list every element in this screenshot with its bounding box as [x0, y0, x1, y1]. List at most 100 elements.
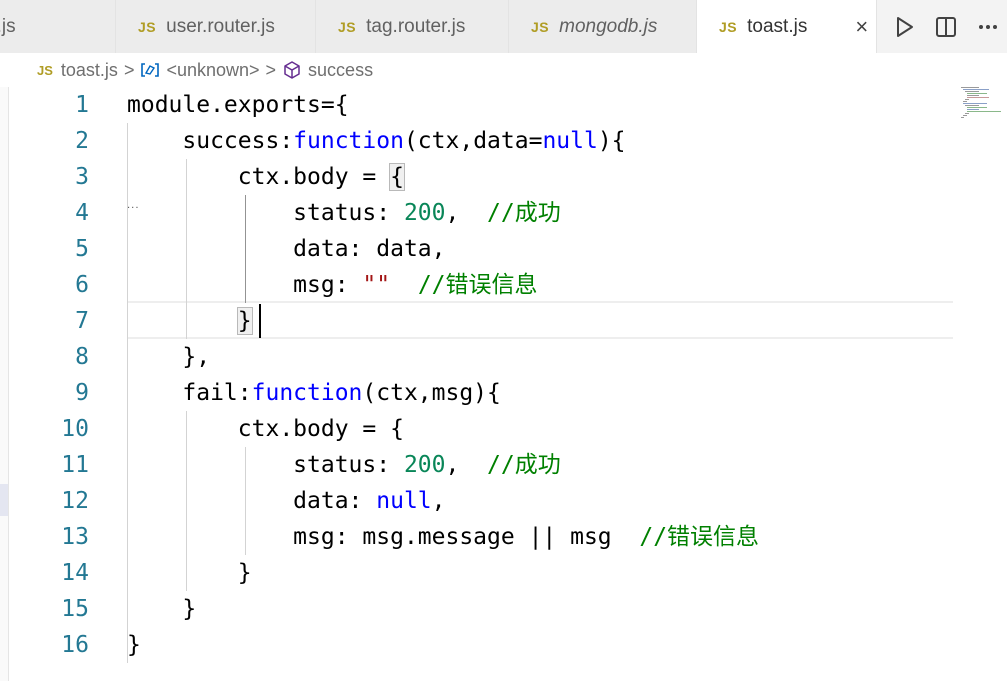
comment-token: //成功 — [487, 200, 561, 226]
explorer-edge — [0, 87, 9, 681]
minimap-line — [965, 99, 969, 100]
keyword-token: function — [251, 380, 363, 406]
minimap-line — [961, 117, 964, 118]
code-line-10: ctx.body = { — [127, 411, 404, 447]
code-text: (ctx,msg){ — [362, 380, 501, 406]
minimap-line — [963, 115, 967, 116]
keyword-token: null — [376, 488, 432, 514]
code-text: , — [445, 452, 488, 478]
line-number: 15 — [61, 596, 89, 622]
minimap-line — [963, 101, 967, 102]
code-text: , — [445, 200, 488, 226]
code-line-5: data: data, — [127, 231, 446, 267]
code-text: ){ — [597, 128, 626, 154]
minimap-line — [965, 113, 969, 114]
breadcrumb-symbol[interactable]: success — [308, 60, 373, 81]
code-line-16: } — [127, 627, 141, 663]
code-line-1: module.exports={ — [127, 87, 349, 123]
minimap-line — [963, 89, 989, 90]
code-text: } — [127, 596, 197, 622]
code-text: msg: msg.message || msg — [127, 524, 640, 550]
run-icon[interactable] — [889, 12, 919, 42]
code-text: ctx.body = { — [127, 416, 404, 442]
line-number: 10 — [61, 416, 89, 442]
minimap-line — [967, 107, 987, 108]
code-line-14: } — [127, 555, 252, 591]
comment-token: //成功 — [487, 452, 561, 478]
tab-label: p.js — [0, 15, 16, 37]
line-number: 6 — [75, 272, 89, 298]
line-number: 11 — [61, 452, 89, 478]
tab-tag-router-js[interactable]: JS tag.router.js — [316, 0, 509, 53]
line-number: 16 — [61, 632, 89, 658]
code-line-8: }, — [127, 339, 210, 375]
comment-token: //错误信息 — [639, 524, 760, 550]
js-file-icon: JS — [719, 18, 738, 35]
code-text: data: data, — [127, 236, 446, 262]
editor-actions — [877, 0, 1007, 53]
line-number: 13 — [61, 524, 89, 550]
code-text: success: — [127, 128, 294, 154]
breadcrumb-file[interactable]: toast.js — [61, 60, 118, 81]
tab-toast-js[interactable]: JS toast.js × — [697, 0, 877, 53]
code-editor[interactable]: ··· 1 2 3 4 5 6 7 8 9 10 11 12 13 14 15 … — [9, 87, 1007, 681]
close-tab-icon[interactable]: × — [855, 15, 868, 38]
line-number: 8 — [75, 344, 89, 370]
editor-tab-bar: p.js JS user.router.js JS tag.router.js … — [0, 0, 1007, 53]
minimap-line — [965, 105, 979, 106]
line-number: 5 — [75, 236, 89, 262]
minimap-line — [965, 91, 979, 92]
code-text: module.exports={ — [127, 92, 349, 118]
minimap[interactable] — [955, 87, 1007, 127]
js-file-icon: JS — [531, 18, 550, 35]
line-number: 12 — [61, 488, 89, 514]
minimap-line — [967, 95, 979, 96]
string-token: "" — [362, 272, 391, 298]
keyword-token: null — [542, 128, 598, 154]
variable-symbol-icon — [140, 61, 160, 79]
js-file-icon: JS — [138, 18, 157, 35]
line-number: 4 — [75, 200, 89, 226]
code-line-4: status: 200, //成功 — [127, 195, 561, 231]
code-line-11: status: 200, //成功 — [127, 447, 561, 483]
tab-mongodb-js[interactable]: JS mongodb.js — [509, 0, 697, 53]
code-text: , — [431, 488, 446, 514]
tab-user-router-js[interactable]: JS user.router.js — [116, 0, 316, 53]
method-cube-icon — [282, 60, 302, 80]
code-line-13: msg: msg.message || msg //错误信息 — [127, 519, 759, 555]
line-number: 9 — [75, 380, 89, 406]
breadcrumb-separator: > — [265, 59, 277, 80]
keyword-token: function — [293, 128, 404, 154]
code-text: }, — [127, 344, 211, 370]
code-text: status: — [127, 452, 404, 478]
code-text: fail: — [127, 380, 252, 406]
more-actions-icon[interactable] — [973, 12, 1003, 42]
code-line-3: ctx.body = { — [127, 159, 405, 195]
tab-label: toast.js — [747, 15, 808, 37]
bracket-match: { — [389, 163, 405, 191]
tab-app-js[interactable]: p.js — [0, 0, 116, 53]
code-text: ctx.body = — [127, 164, 391, 190]
code-text: } — [127, 632, 141, 658]
text-cursor — [259, 304, 261, 338]
comment-token: //错误信息 — [417, 272, 538, 298]
breadcrumb-separator: > — [123, 59, 135, 80]
code-text: (ctx,data= — [403, 128, 543, 154]
code-text: status: — [127, 200, 404, 226]
code-line-15: } — [127, 591, 196, 627]
breadcrumb-parent[interactable]: <unknown> — [166, 60, 259, 81]
js-file-icon: JS — [338, 18, 357, 35]
code-text: data: — [127, 488, 377, 514]
minimap-line — [967, 111, 1001, 112]
bracket-match: } — [236, 307, 253, 335]
minimap-line — [963, 103, 987, 104]
code-line-9: fail:function(ctx,msg){ — [127, 375, 501, 411]
line-number: 7 — [75, 308, 89, 334]
split-editor-icon[interactable] — [931, 12, 961, 42]
tab-label: mongodb.js — [559, 15, 658, 37]
code-line-6: msg: "" //错误信息 — [127, 267, 538, 303]
line-number: 3 — [75, 164, 89, 190]
line-number: 1 — [75, 92, 89, 118]
code-line-2: success:function(ctx,data=null){ — [127, 123, 626, 159]
